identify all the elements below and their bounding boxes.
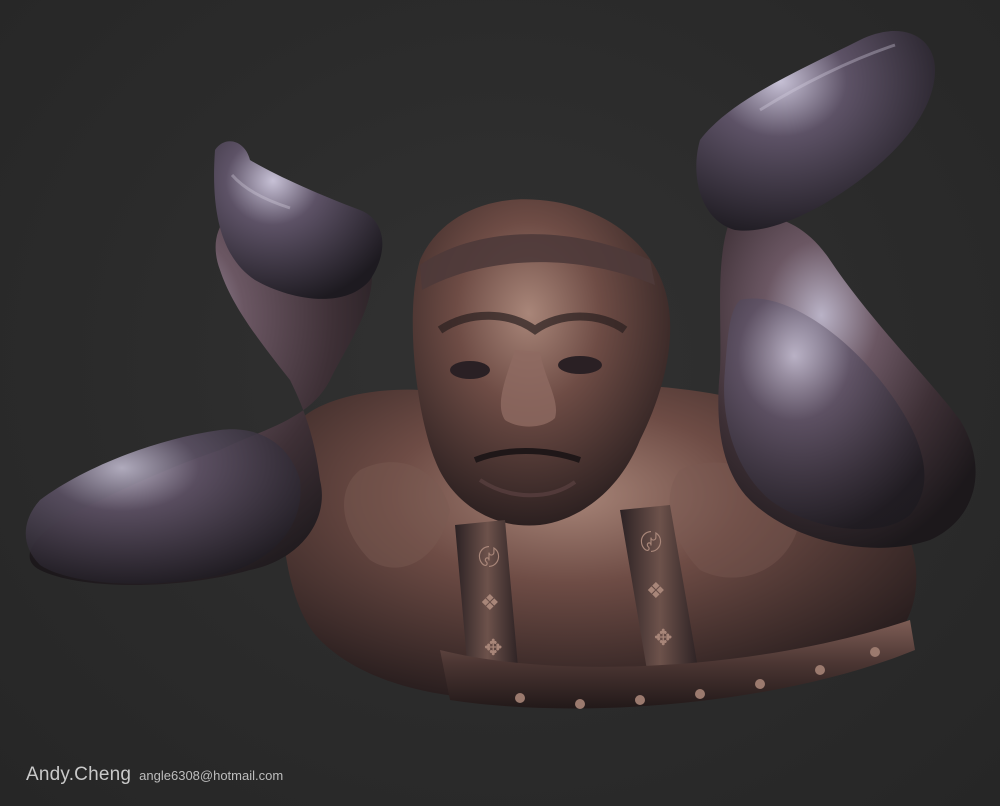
svg-text:❖: ❖ [480, 591, 500, 616]
artist-name: Andy.Cheng [26, 764, 132, 785]
artist-email: angle6308@hotmail.com [139, 768, 284, 783]
svg-text:〄: 〄 [640, 531, 662, 556]
artist-credit: Andy.Cheng angle6308@hotmail.com [26, 764, 283, 786]
svg-text:✥: ✥ [484, 636, 502, 661]
right-arm-shape [696, 31, 976, 548]
svg-text:〄: 〄 [478, 546, 500, 571]
svg-text:✥: ✥ [654, 626, 672, 651]
svg-text:❖: ❖ [646, 579, 666, 604]
render-canvas: 〄 ❖ ✥ 〄 ❖ ✥ Andy.Cheng angle6308@hotmail… [0, 0, 1000, 806]
sculpture-render: 〄 ❖ ✥ 〄 ❖ ✥ [25, 31, 976, 709]
